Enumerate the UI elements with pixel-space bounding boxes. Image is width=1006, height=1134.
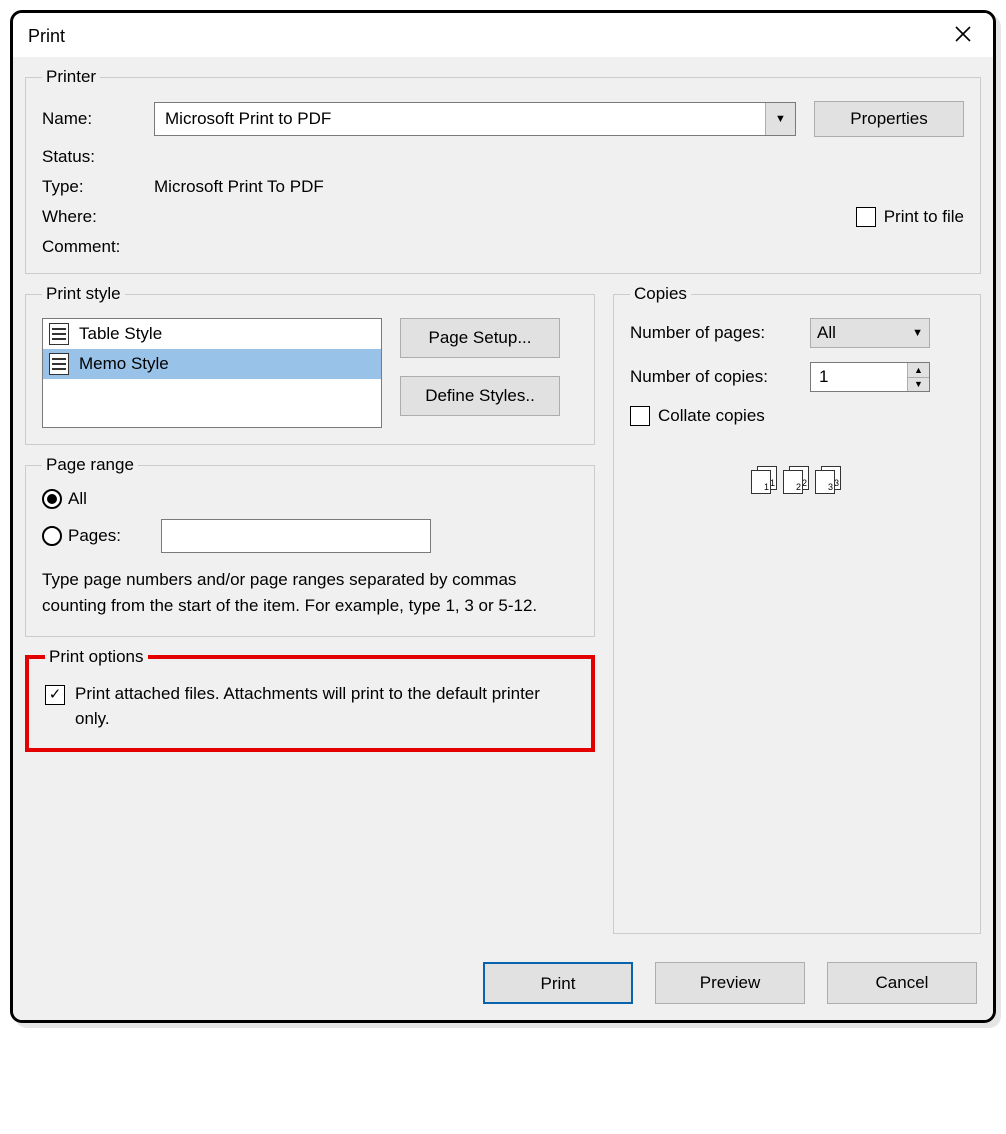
num-pages-select[interactable]: All ▼	[810, 318, 930, 348]
pages-input[interactable]	[161, 519, 431, 553]
close-icon[interactable]	[948, 23, 978, 49]
page-setup-button[interactable]: Page Setup...	[400, 318, 560, 358]
printer-name-select[interactable]: Microsoft Print to PDF ▼	[154, 102, 796, 136]
printer-group: Printer Name: Microsoft Print to PDF ▼ P…	[25, 67, 981, 274]
where-label: Where:	[42, 207, 154, 227]
style-item-label: Table Style	[79, 324, 162, 344]
print-to-file-checkbox[interactable]: Print to file	[856, 207, 964, 227]
dialog-title: Print	[28, 26, 65, 47]
radio-icon	[42, 526, 62, 546]
doc-icon	[49, 353, 69, 375]
chevron-down-icon: ▼	[912, 327, 923, 339]
style-item-table[interactable]: Table Style	[43, 319, 381, 349]
chevron-down-icon[interactable]: ▼	[765, 103, 795, 135]
printer-legend: Printer	[42, 67, 100, 87]
num-pages-value: All	[817, 323, 836, 343]
print-attached-label: Print attached files. Attachments will p…	[75, 681, 575, 732]
cancel-button[interactable]: Cancel	[827, 962, 977, 1004]
properties-button[interactable]: Properties	[814, 101, 964, 137]
radio-pages[interactable]: Pages:	[42, 526, 121, 546]
style-item-memo[interactable]: Memo Style	[43, 349, 381, 379]
num-copies-value: 1	[811, 363, 907, 391]
collate-label: Collate copies	[658, 406, 765, 426]
doc-icon	[49, 323, 69, 345]
print-style-legend: Print style	[42, 284, 125, 304]
dialog-footer: Print Preview Cancel	[25, 962, 981, 1004]
page-range-legend: Page range	[42, 455, 138, 475]
copies-group: Copies Number of pages: All ▼ Number of …	[613, 284, 981, 934]
printer-name-value: Microsoft Print to PDF	[165, 109, 331, 129]
checkbox-icon	[630, 406, 650, 426]
num-pages-label: Number of pages:	[630, 323, 810, 343]
print-to-file-label: Print to file	[884, 207, 964, 227]
type-label: Type:	[42, 177, 154, 197]
status-label: Status:	[42, 147, 154, 167]
print-style-group: Print style Table Style Memo Style	[25, 284, 595, 445]
radio-icon	[42, 489, 62, 509]
print-options-group: Print options Print attached files. Atta…	[25, 647, 595, 752]
checkbox-icon	[856, 207, 876, 227]
spinner-up-icon[interactable]: ▲	[907, 363, 929, 378]
checkbox-icon	[45, 685, 65, 705]
style-item-label: Memo Style	[79, 354, 169, 374]
preview-button[interactable]: Preview	[655, 962, 805, 1004]
radio-all-label: All	[68, 489, 87, 509]
num-copies-label: Number of copies:	[630, 367, 810, 387]
page-range-group: Page range All Pages: T	[25, 455, 595, 637]
print-dialog: Print Printer Name: Microsoft Print to P…	[10, 10, 996, 1023]
print-style-list[interactable]: Table Style Memo Style	[42, 318, 382, 428]
radio-all[interactable]: All	[42, 489, 87, 509]
collate-checkbox[interactable]: Collate copies	[630, 406, 964, 426]
define-styles-button[interactable]: Define Styles..	[400, 376, 560, 416]
print-attached-checkbox[interactable]: Print attached files. Attachments will p…	[45, 681, 575, 732]
print-button[interactable]: Print	[483, 962, 633, 1004]
name-label: Name:	[42, 109, 154, 129]
copies-legend: Copies	[630, 284, 691, 304]
collate-illustration: 11 22 33	[630, 466, 964, 494]
radio-pages-label: Pages:	[68, 526, 121, 546]
titlebar: Print	[13, 13, 993, 57]
comment-label: Comment:	[42, 237, 154, 257]
print-options-legend: Print options	[45, 647, 148, 667]
num-copies-spinner[interactable]: 1 ▲ ▼	[810, 362, 930, 392]
page-range-hint: Type page numbers and/or page ranges sep…	[42, 567, 578, 620]
type-value: Microsoft Print To PDF	[154, 177, 324, 197]
spinner-down-icon[interactable]: ▼	[907, 378, 929, 392]
